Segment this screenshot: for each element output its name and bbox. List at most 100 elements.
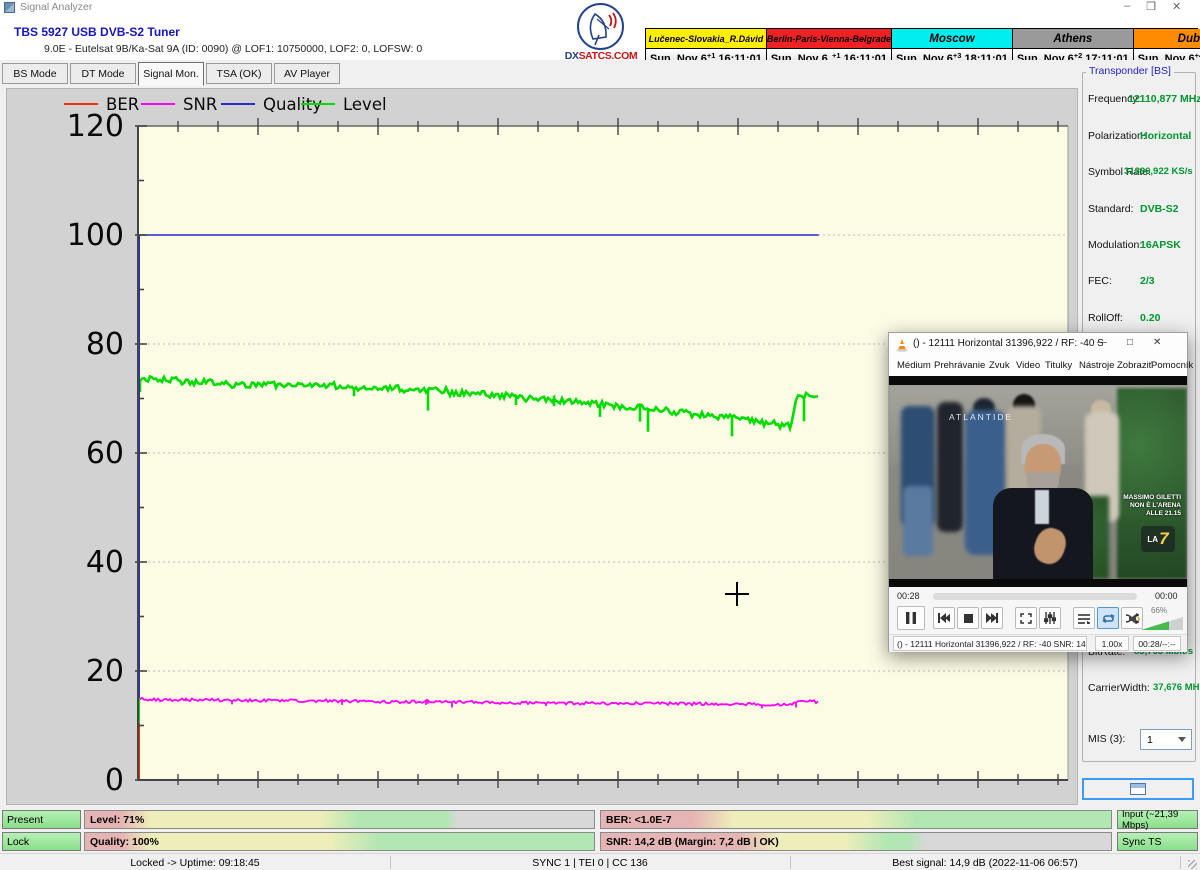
transponder-title: Transponder [BS] xyxy=(1086,65,1174,77)
snr-progressbar: SNR: 14,2 dB (Margin: 7,2 dB | OK) xyxy=(600,832,1112,851)
vlc-menu-audio[interactable]: Zvuk xyxy=(989,360,1010,371)
tabbar: BS Mode DT Mode Signal Mon. TSA (OK) AV … xyxy=(0,60,1200,87)
video-promo-text: MASSIMO GILETTI NON È L'ARENA ALLE 21.15 xyxy=(1095,494,1181,518)
tp-modulation-label: Modulation: xyxy=(1088,239,1142,251)
tab-bs-mode[interactable]: BS Mode xyxy=(2,63,68,84)
vlc-time-display[interactable]: 00:28/--:-- xyxy=(1133,636,1181,651)
vlc-playback-rate[interactable]: 1.00x xyxy=(1095,636,1129,651)
tp-symbolrate-value: 31396,922 KS/s xyxy=(1124,166,1193,177)
fullscreen-button[interactable] xyxy=(1015,607,1037,629)
vlc-window: () - 12111 Horizontal 31396,922 / RF: -4… xyxy=(888,332,1188,652)
minimize-icon[interactable]: – xyxy=(1124,0,1130,14)
promo-line: ALLE 21.15 xyxy=(1095,510,1181,518)
vlc-cone-icon xyxy=(895,338,909,352)
tp-rolloff-label: RollOff: xyxy=(1088,312,1123,324)
vlc-window-title: () - 12111 Horizontal 31396,922 / RF: -4… xyxy=(913,338,1103,349)
svg-text:SNR: SNR xyxy=(183,95,217,114)
clock-utc-offset: +3 xyxy=(953,51,962,60)
quality-progressbar: Quality: 100% xyxy=(84,832,595,851)
volume-fill xyxy=(1141,617,1169,630)
vlc-total-time: 00:00 xyxy=(1155,591,1178,601)
vlc-titlebar: () - 12111 Horizontal 31396,922 / RF: -4… xyxy=(889,333,1187,356)
mis-selected-value: 1 xyxy=(1147,734,1153,746)
tp-polarization-value: Horizontal xyxy=(1140,130,1191,142)
tp-rolloff-value: 0.20 xyxy=(1140,312,1160,324)
level-progressbar: Level: 71% xyxy=(84,810,595,829)
tp-fec-label: FEC: xyxy=(1088,275,1112,287)
promo-line: MASSIMO GILETTI xyxy=(1095,494,1181,502)
tp-modulation-value: 16APSK xyxy=(1140,239,1181,251)
signal-analyzer-window: Signal Analyzer – ❒ ✕ TBS 5927 USB DVB-S… xyxy=(0,0,1200,870)
panel-action-button[interactable] xyxy=(1082,778,1194,800)
la7-seven: 7 xyxy=(1159,529,1168,549)
tab-av-player[interactable]: AV Player xyxy=(274,63,340,84)
letterbox-bar xyxy=(889,579,1187,587)
previous-button[interactable] xyxy=(933,607,955,629)
svg-text:80: 80 xyxy=(86,327,124,362)
vlc-menu-help[interactable]: Pomocník xyxy=(1151,360,1193,371)
clock-city-label: Dubai xyxy=(1134,29,1200,49)
mis-select[interactable]: 1 xyxy=(1140,729,1192,750)
clock-utc-offset: +4 xyxy=(1195,51,1200,60)
extended-settings-button[interactable] xyxy=(1039,607,1061,629)
resize-grip[interactable] xyxy=(1188,860,1197,869)
chevron-down-icon xyxy=(1178,737,1186,742)
clock-city-label: Moscow xyxy=(892,29,1012,49)
tp-carrierwidth-value: 37,676 MHz xyxy=(1153,682,1200,693)
vlc-now-playing: () - 12111 Horizontal 31396,922 / RF: -4… xyxy=(893,636,1087,651)
ber-progressbar: BER: <1.0E-7 xyxy=(600,810,1112,829)
clock-utc-offset: +1 xyxy=(832,51,841,60)
tp-frequency-value: 12110,877 MHz xyxy=(1128,93,1200,105)
tp-carrierwidth-label: CarrierWidth: xyxy=(1088,682,1150,694)
vlc-menu-view[interactable]: Zobraziť xyxy=(1117,360,1152,371)
mis-label: MIS (3): xyxy=(1088,733,1125,745)
speaker-icon[interactable] xyxy=(1129,613,1141,625)
vlc-menu-tools[interactable]: Nástroje xyxy=(1079,360,1114,371)
tab-tsa[interactable]: TSA (OK) xyxy=(206,63,272,84)
vlc-menubar: Médium Prehrávanie Zvuk Video Titulky Ná… xyxy=(889,356,1187,376)
next-button[interactable] xyxy=(981,607,1003,629)
svg-text:BER: BER xyxy=(106,95,139,114)
present-indicator: Present xyxy=(2,810,81,829)
clock-utc-offset: +1 xyxy=(707,51,716,60)
clock-city-label: Berlin-Paris-Vienna-Belgrade xyxy=(767,29,891,49)
vlc-close-icon[interactable]: ✕ xyxy=(1153,337,1161,351)
loop-button[interactable] xyxy=(1097,607,1119,629)
volume-percent-label: 66% xyxy=(1151,606,1167,615)
vlc-statusbar: () - 12111 Horizontal 31396,922 / RF: -4… xyxy=(889,634,1187,652)
tp-standard-label: Standard: xyxy=(1088,203,1134,215)
close-icon[interactable]: ✕ xyxy=(1172,0,1181,14)
window-list-icon xyxy=(1130,783,1146,795)
vlc-elapsed-time: 00:28 xyxy=(897,591,920,601)
tab-dt-mode[interactable]: DT Mode xyxy=(70,63,136,84)
app-icon xyxy=(4,2,15,13)
vlc-menu-subtitles[interactable]: Titulky xyxy=(1045,360,1072,371)
input-indicator: Input (~21,39 Mbps) xyxy=(1117,810,1198,829)
vlc-seekbar[interactable] xyxy=(933,593,1137,600)
la7-channel-logo: LA7 xyxy=(1141,526,1175,552)
video-person-silhouette xyxy=(903,486,933,556)
dxsatcs-logo: DXSATCS.COM xyxy=(563,2,639,64)
clock-utc-offset: +2 xyxy=(1074,51,1083,60)
volume-slider[interactable] xyxy=(1141,617,1183,630)
statusbar: Locked -> Uptime: 09:18:45 SYNC 1 | TEI … xyxy=(0,853,1200,870)
svg-text:100: 100 xyxy=(67,218,124,253)
statusbar-best-signal: Best signal: 14,9 dB (2022-11-06 06:57) xyxy=(790,854,1180,870)
vlc-video-frame[interactable]: ATLANTIDE MASSIMO GILETTI NON È L'ARENA … xyxy=(889,376,1187,587)
vlc-seek-row: 00:28 00:00 xyxy=(889,587,1187,605)
vlc-menu-medium[interactable]: Médium xyxy=(897,360,931,371)
stop-button[interactable] xyxy=(957,607,979,629)
playlist-button[interactable] xyxy=(1073,607,1095,629)
clock-city-label: Lučenec-Slovakia_R.Dávid xyxy=(646,29,766,49)
vlc-menu-video[interactable]: Video xyxy=(1016,360,1040,371)
promo-line: NON È L'ARENA xyxy=(1095,502,1181,510)
tuner-subtitle: 9.0E - Eutelsat 9B/Ka-Sat 9A (ID: 0090) … xyxy=(44,43,422,55)
tab-signal-mon[interactable]: Signal Mon. xyxy=(138,62,204,86)
vlc-maximize-icon[interactable]: □ xyxy=(1127,337,1133,351)
maximize-icon[interactable]: ❒ xyxy=(1146,0,1156,14)
statusbar-sync: SYNC 1 | TEI 0 | CC 136 xyxy=(390,854,790,870)
pause-button[interactable] xyxy=(897,606,925,630)
vlc-controls: 66% xyxy=(889,605,1187,633)
vlc-menu-playback[interactable]: Prehrávanie xyxy=(934,360,985,371)
vlc-minimize-icon[interactable]: — xyxy=(1097,337,1107,351)
